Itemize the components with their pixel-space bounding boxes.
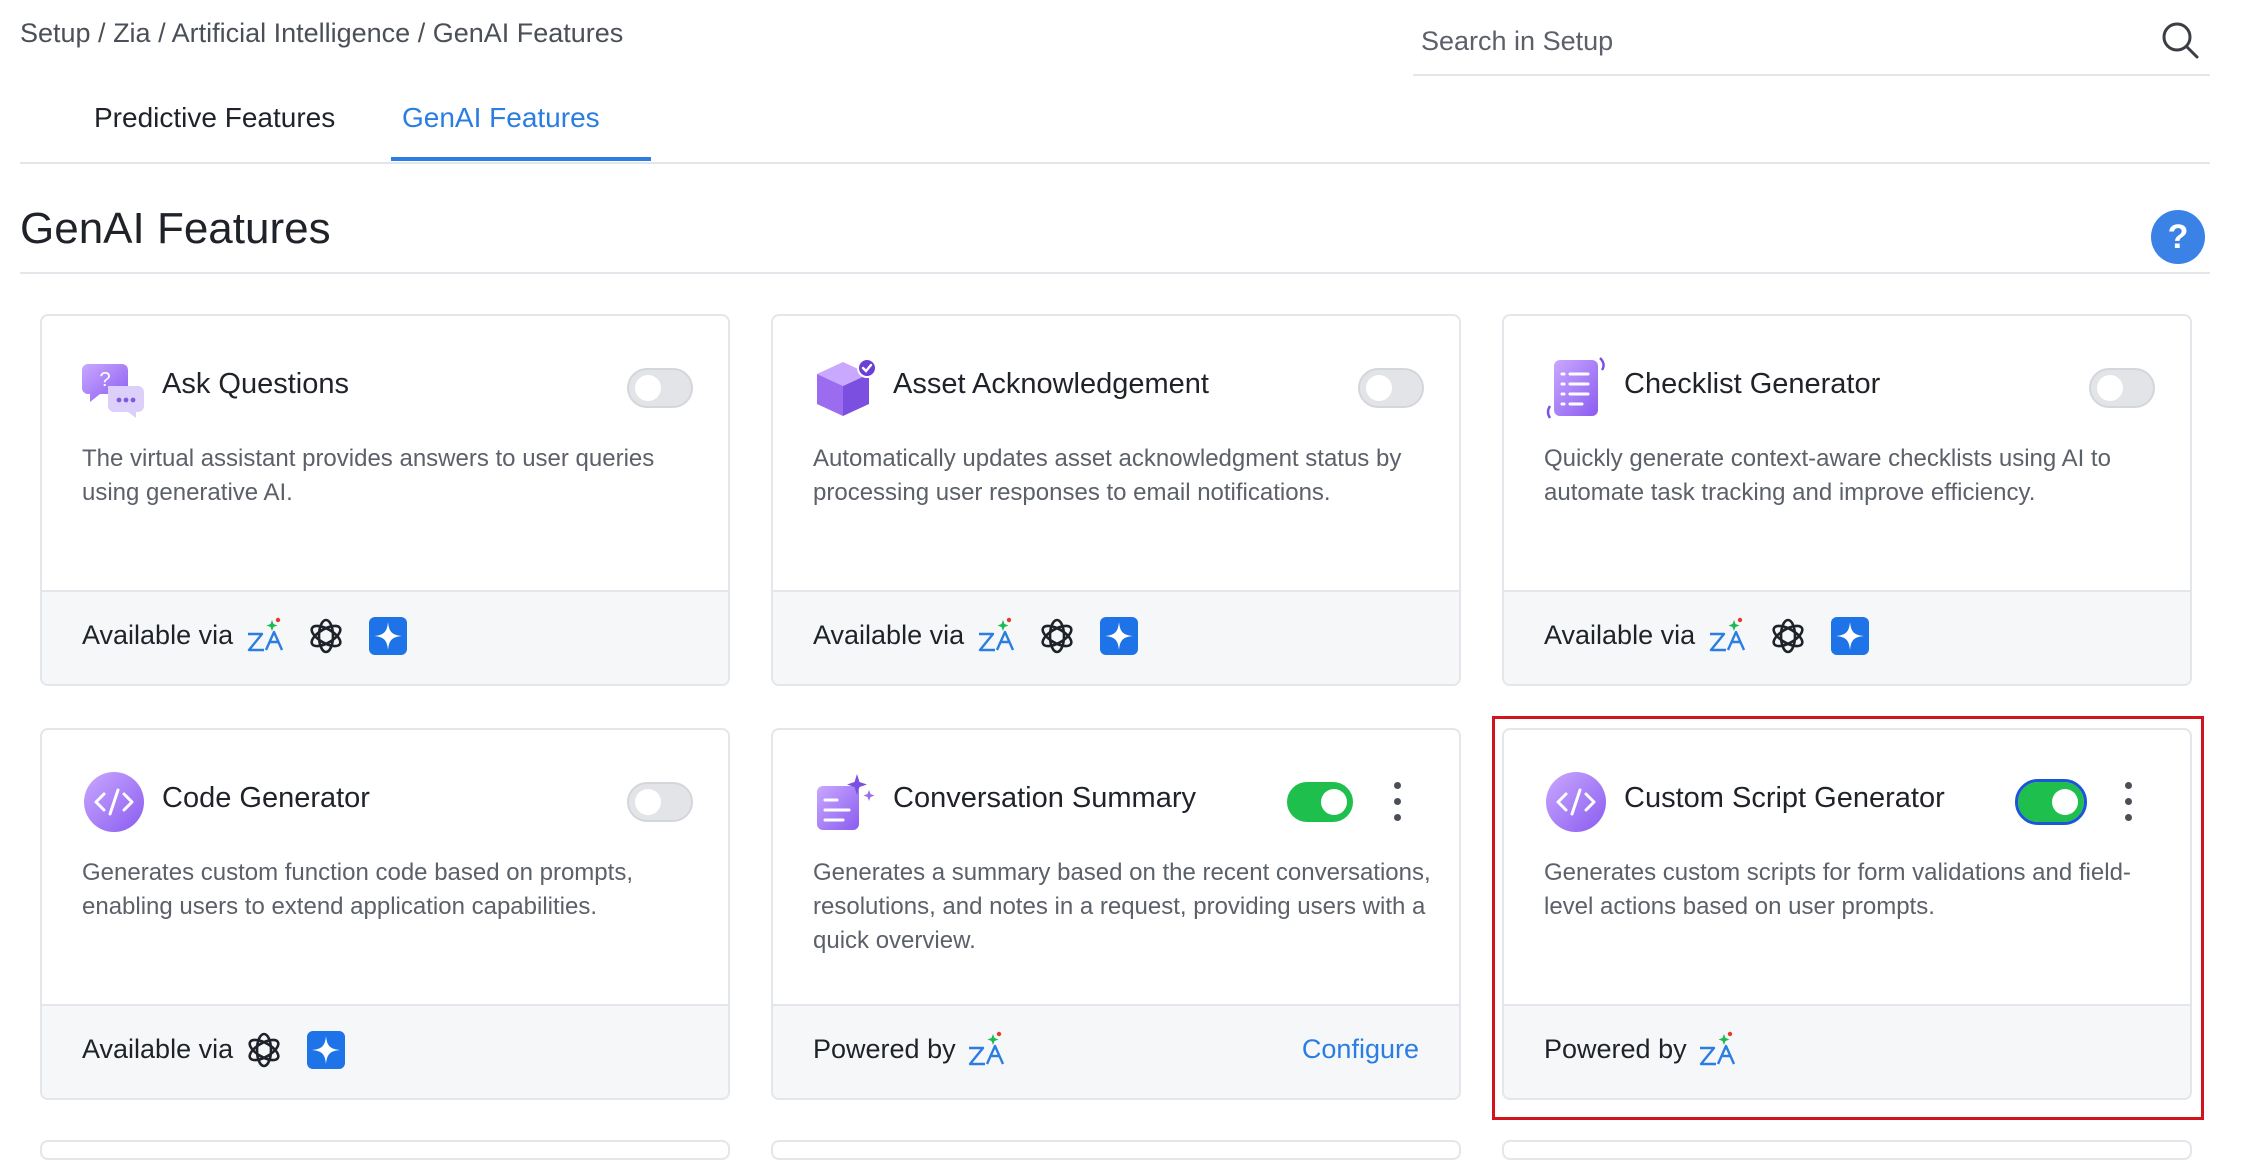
footer-label: Available via	[813, 620, 965, 650]
feature-card-code-generator: Code Generator Generates custom function…	[40, 728, 730, 1100]
gemini-icon	[366, 614, 410, 658]
card-description: Quickly generate context-aware checklist…	[1544, 445, 2111, 506]
card-footer: Available via	[42, 1004, 728, 1098]
card-footer: Available via	[1504, 590, 2190, 684]
highlight-box	[1492, 716, 2204, 1120]
zia-icon	[242, 614, 286, 658]
toggle-knob	[635, 375, 661, 401]
footer-label: Available via	[82, 620, 234, 650]
card-description: The virtual assistant provides answers t…	[82, 445, 655, 506]
feature-card-conversation-summary: Conversation Summary Generates a summary…	[771, 728, 1461, 1100]
feature-card-partial	[771, 1140, 1461, 1160]
card-title: Code Generator	[162, 782, 370, 814]
enable-toggle[interactable]	[627, 368, 693, 408]
card-description: Automatically updates asset acknowledgme…	[813, 445, 1402, 506]
feature-card-asset-acknowledgement: Asset Acknowledgement Automatically upda…	[771, 314, 1461, 686]
openai-icon	[242, 1028, 286, 1072]
enable-toggle[interactable]	[1358, 368, 1424, 408]
gemini-icon	[304, 1028, 348, 1072]
gemini-icon	[1828, 614, 1872, 658]
feature-card-ask-questions: ? Ask Questions The virtual assistant pr…	[40, 314, 730, 686]
title-divider	[20, 272, 2210, 274]
openai-icon	[1035, 614, 1079, 658]
toggle-knob	[2097, 375, 2123, 401]
toggle-knob	[1321, 789, 1347, 815]
card-footer: Available via	[773, 590, 1459, 684]
card-description: Generates a summary based on the recent …	[813, 859, 1431, 954]
card-title: Asset Acknowledgement	[893, 368, 1209, 400]
help-button[interactable]: ?	[2151, 210, 2205, 264]
gemini-icon	[1097, 614, 1141, 658]
enable-toggle[interactable]	[1287, 782, 1353, 822]
more-options-icon[interactable]	[1387, 780, 1407, 824]
summary-sparkle-icon	[817, 774, 875, 830]
zia-icon	[973, 614, 1017, 658]
search-icon[interactable]	[2160, 20, 2200, 60]
code-icon	[82, 770, 146, 834]
search-bar	[1413, 10, 2210, 76]
active-tab-indicator	[391, 157, 651, 161]
chat-question-icon: ?	[82, 364, 144, 418]
cube-check-icon	[817, 358, 877, 416]
tab-bar: Predictive Features GenAI Features	[20, 86, 2210, 164]
card-footer: Powered by Configure	[773, 1004, 1459, 1098]
enable-toggle[interactable]	[627, 782, 693, 822]
feature-card-partial	[40, 1140, 730, 1160]
card-description: Generates custom function code based on …	[82, 859, 633, 920]
configure-link[interactable]: Configure	[1302, 1034, 1419, 1065]
search-input[interactable]	[1413, 10, 2123, 72]
enable-toggle[interactable]	[2089, 368, 2155, 408]
openai-icon	[1766, 614, 1810, 658]
zia-icon	[963, 1028, 1007, 1072]
card-title: Conversation Summary	[893, 782, 1196, 814]
page-title: GenAI Features	[20, 204, 331, 253]
zia-icon	[1704, 614, 1748, 658]
toggle-knob	[635, 789, 661, 815]
card-title: Ask Questions	[162, 368, 349, 400]
footer-label: Available via	[82, 1034, 234, 1064]
toggle-knob	[1366, 375, 1392, 401]
breadcrumb: Setup / Zia / Artificial Intelligence / …	[20, 18, 624, 48]
feature-card-partial	[1502, 1140, 2192, 1160]
tab-genai-features[interactable]: GenAI Features	[392, 102, 610, 134]
footer-label: Available via	[1544, 620, 1696, 650]
checklist-icon	[1546, 357, 1605, 419]
footer-label: Powered by	[813, 1034, 956, 1064]
card-title: Checklist Generator	[1624, 368, 1881, 400]
card-footer: Available via	[42, 590, 728, 684]
feature-card-checklist-generator: Checklist Generator Quickly generate con…	[1502, 314, 2192, 686]
openai-icon	[304, 614, 348, 658]
tab-predictive-features[interactable]: Predictive Features	[84, 102, 345, 134]
